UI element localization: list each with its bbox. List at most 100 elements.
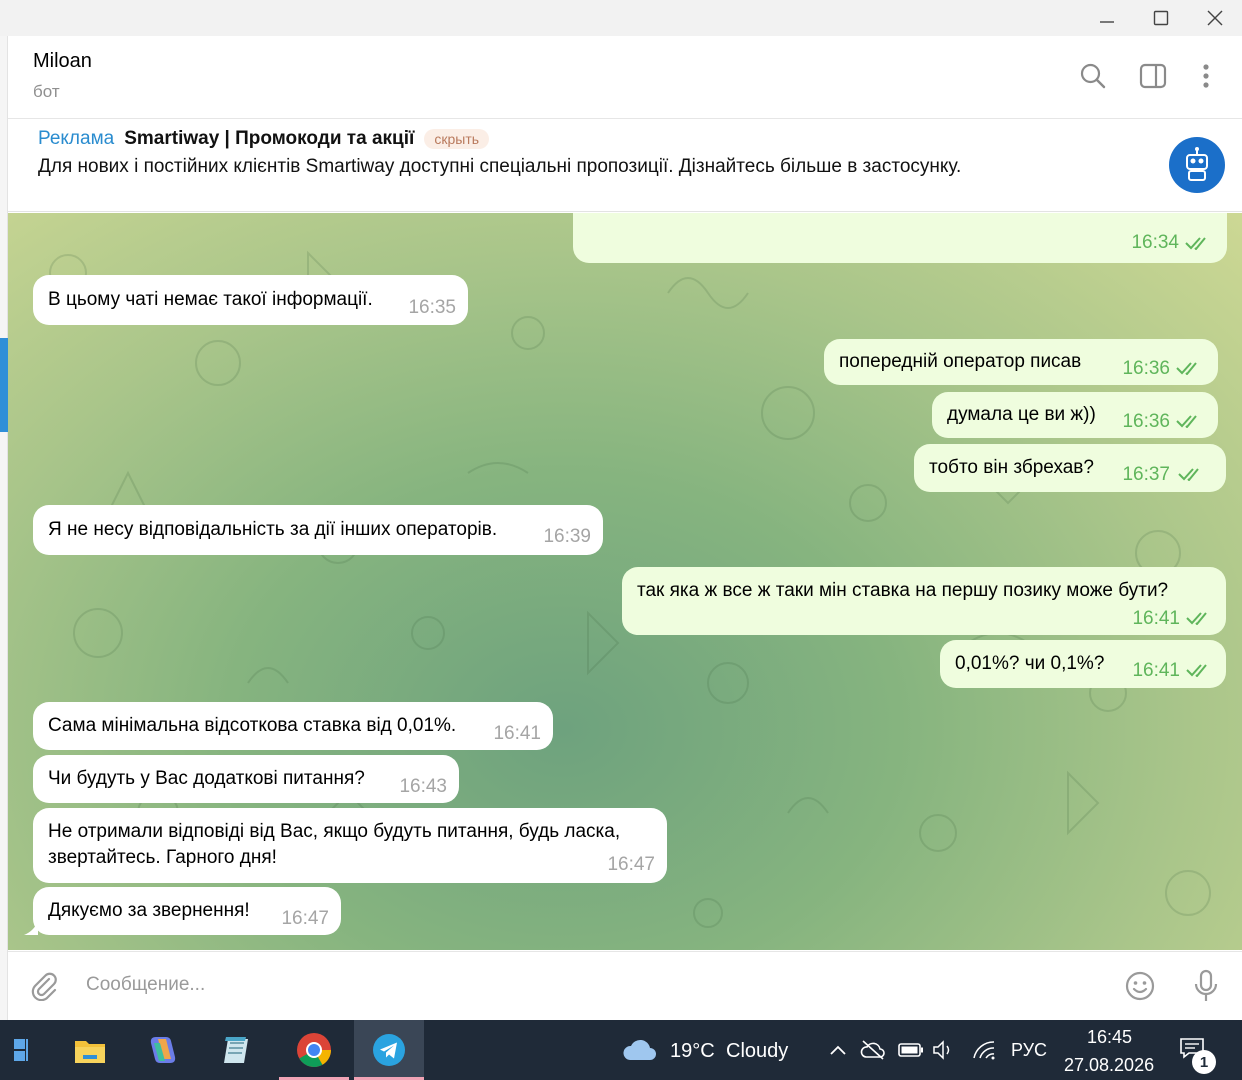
- microphone-icon: [1194, 969, 1218, 1001]
- message-incoming[interactable]: Не отримали відповіді від Вас, якщо буду…: [33, 808, 667, 883]
- window-titlebar: [0, 0, 1242, 36]
- taskbar-chrome[interactable]: [279, 1020, 349, 1080]
- message-text: тобто він збрехав?: [929, 457, 1094, 478]
- ad-title[interactable]: Smartiway | Промокоди та акції: [124, 128, 414, 150]
- message-text: В цьому чаті немає такої інформації.: [48, 289, 373, 310]
- message-list[interactable]: 16:34 В цьому чаті немає такої інформаці…: [8, 213, 1242, 950]
- ad-text: Для нових і постійних клієнтів Smartiway…: [38, 156, 962, 177]
- start-button[interactable]: [0, 1020, 50, 1080]
- message-time: 16:47: [281, 908, 329, 929]
- taskbar-notepad[interactable]: [202, 1020, 272, 1080]
- chevron-up-icon: [830, 1045, 846, 1055]
- message-text-line2: звертайтесь. Гарного дня!: [48, 847, 277, 868]
- selected-chat-indicator: [0, 338, 8, 432]
- emoji-icon: [1125, 971, 1155, 1001]
- telegram-icon: [373, 1034, 405, 1066]
- paperclip-icon: [31, 972, 57, 1001]
- message-time: 16:41: [493, 723, 541, 744]
- sponsored-message-banner[interactable]: Реклама Smartiway | Промокоди та акції с…: [8, 120, 1242, 212]
- maximize-button[interactable]: [1134, 0, 1188, 36]
- file-explorer-icon: [75, 1041, 105, 1063]
- message-text: 0,01%? чи 0,1%?: [955, 653, 1105, 674]
- message-outgoing[interactable]: думала це ви ж)) 16:36: [932, 392, 1218, 438]
- message-outgoing[interactable]: 16:34: [573, 213, 1227, 263]
- ad-avatar[interactable]: [1169, 137, 1225, 193]
- message-time: 16:36: [1122, 358, 1170, 379]
- message-incoming[interactable]: В цьому чаті немає такої інформації. 16:…: [33, 275, 468, 325]
- volume-icon: [933, 1040, 950, 1060]
- chat-subtitle: бот: [33, 82, 60, 101]
- more-button[interactable]: [1190, 60, 1222, 92]
- message-incoming[interactable]: Чи будуть у Вас додаткові питання? 16:43: [33, 755, 459, 803]
- message-text: Я не несу відповідальність за дії інших …: [48, 519, 498, 540]
- taskbar-copilot[interactable]: [128, 1020, 198, 1080]
- battery-icon: [898, 1043, 923, 1057]
- clock-time[interactable]: 16:45: [1087, 1027, 1132, 1048]
- message-time: 16:47: [607, 854, 655, 875]
- emoji-button[interactable]: [1122, 968, 1158, 1004]
- message-incoming[interactable]: Сама мінімальна відсоткова ставка від 0,…: [33, 702, 553, 750]
- read-double-check-icon: [1178, 468, 1199, 481]
- message-outgoing[interactable]: попередній оператор писав 16:36: [824, 339, 1218, 385]
- start-icon: [14, 1039, 28, 1061]
- notepad-icon: [224, 1037, 248, 1063]
- sidebar-toggle-icon: [1139, 63, 1167, 89]
- telegram-window: Miloan бот Реклама Smartiway | Промокоди…: [0, 0, 1242, 1080]
- bubble-tail: [24, 921, 38, 935]
- taskbar-file-explorer[interactable]: [55, 1020, 125, 1080]
- message-time: 16:34: [1131, 232, 1179, 253]
- cloud-offline-icon: [860, 1040, 885, 1060]
- clock-date[interactable]: 27.08.2026: [1064, 1055, 1154, 1076]
- tray-cloud-offline[interactable]: [859, 1038, 887, 1062]
- wifi-icon: [973, 1041, 995, 1060]
- read-double-check-icon: [1176, 362, 1197, 375]
- message-outgoing[interactable]: так яка ж все ж таки мін ставка на першу…: [622, 567, 1226, 635]
- message-composer: Сообщение...: [8, 951, 1242, 1020]
- message-time: 16:37: [1122, 464, 1170, 485]
- message-incoming[interactable]: Я не несу відповідальність за дії інших …: [33, 505, 603, 555]
- notification-badge: 1: [1192, 1050, 1216, 1074]
- taskbar-telegram[interactable]: [354, 1020, 424, 1080]
- chat-title[interactable]: Miloan: [33, 50, 92, 73]
- chat-header[interactable]: Miloan бот: [8, 36, 1242, 119]
- tray-volume[interactable]: [930, 1038, 958, 1062]
- show-hidden-icons-button[interactable]: [824, 1038, 852, 1062]
- read-double-check-icon: [1186, 612, 1207, 625]
- message-time: 16:41: [1132, 660, 1180, 681]
- tray-network[interactable]: [970, 1038, 998, 1062]
- read-double-check-icon: [1185, 237, 1206, 250]
- message-outgoing[interactable]: 0,01%? чи 0,1%? 16:41: [940, 640, 1226, 688]
- chat-list-edge: [0, 36, 8, 1020]
- tray-battery[interactable]: [897, 1038, 925, 1062]
- message-time: 16:36: [1122, 411, 1170, 432]
- input-language[interactable]: РУС: [1011, 1040, 1047, 1061]
- read-double-check-icon: [1176, 415, 1197, 428]
- attach-button[interactable]: [26, 968, 62, 1004]
- ad-label: Реклама: [38, 128, 115, 149]
- message-input[interactable]: Сообщение...: [86, 974, 205, 996]
- message-time: 16:35: [408, 297, 456, 318]
- message-time: 16:39: [543, 526, 591, 547]
- sidebar-toggle-button[interactable]: [1137, 60, 1169, 92]
- ad-hide-button[interactable]: скрыть: [424, 129, 490, 149]
- message-incoming[interactable]: Дякуємо за звернення! 16:47: [33, 887, 341, 935]
- search-button[interactable]: [1077, 60, 1109, 92]
- message-outgoing[interactable]: тобто він збрехав? 16:37: [914, 444, 1226, 492]
- more-vertical-icon: [1203, 64, 1209, 88]
- close-button[interactable]: [1188, 0, 1242, 36]
- read-double-check-icon: [1186, 664, 1207, 677]
- message-text: так яка ж все ж таки мін ставка на першу…: [637, 580, 1169, 601]
- message-text: думала це ви ж)): [947, 404, 1096, 425]
- search-icon: [1080, 63, 1106, 89]
- voice-message-button[interactable]: [1188, 968, 1224, 1004]
- windows-taskbar: 19°C Cloudy РУС 16:45 27.08.2026 1: [0, 1020, 1242, 1080]
- cloud-icon: [623, 1039, 656, 1060]
- minimize-button[interactable]: [1080, 0, 1134, 36]
- chrome-icon: [297, 1033, 331, 1067]
- robot-logo-icon: [1186, 147, 1208, 181]
- weather-widget[interactable]: [620, 1036, 660, 1069]
- message-time: 16:43: [399, 776, 447, 797]
- minimize-icon: [1100, 21, 1114, 23]
- message-text: Дякуємо за звернення!: [48, 900, 250, 921]
- weather-description: Cloudy: [726, 1040, 789, 1062]
